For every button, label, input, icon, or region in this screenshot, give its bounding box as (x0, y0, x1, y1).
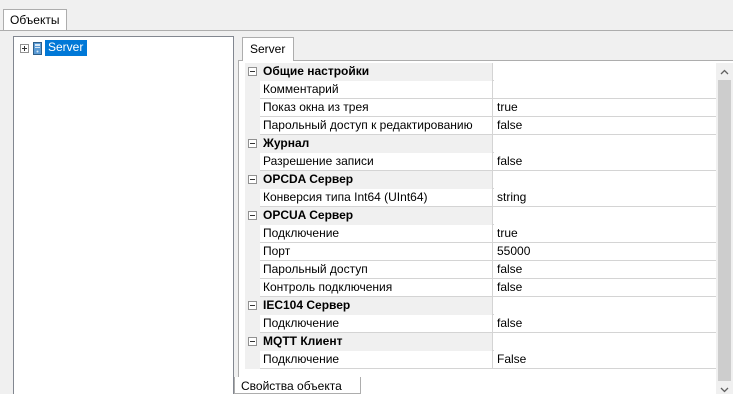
tree-item-server[interactable]: Server (20, 40, 88, 56)
property-name: Парольный доступ к редактированию (260, 117, 493, 135)
property-grid[interactable]: Общие настройки Комментарий Показ окна из … (245, 63, 716, 394)
property-name: Конверсия типа Int64 (UInt64) (260, 189, 493, 207)
property-name: Комментарий (260, 81, 493, 99)
property-value[interactable]: false (494, 315, 716, 333)
property-name: Порт (260, 243, 493, 261)
row-margin (245, 333, 260, 351)
row-margin (245, 225, 260, 243)
grid-property-row[interactable]: Контроль подключения false (245, 279, 716, 297)
tab-objects[interactable]: Объекты (3, 9, 67, 31)
tab-server[interactable]: Server (242, 37, 295, 61)
property-name: Парольный доступ (260, 261, 493, 279)
property-value[interactable]: 55000 (494, 243, 716, 261)
collapse-icon[interactable] (248, 337, 257, 346)
property-value (494, 63, 716, 81)
row-margin (245, 243, 260, 261)
property-value (494, 333, 716, 351)
row-margin (245, 297, 260, 315)
grid-category-row[interactable]: OPCDA Сервер (245, 171, 716, 189)
category-label: Журнал (260, 135, 493, 153)
category-label: IEC104 Сервер (260, 297, 493, 315)
property-name: Подключение (260, 225, 493, 243)
grid-category-row[interactable]: MQTT Клиент (245, 333, 716, 351)
row-margin (245, 135, 260, 153)
object-tree[interactable]: Server (13, 36, 234, 394)
grid-property-row[interactable]: Разрешение записи false (245, 153, 716, 171)
grid-property-row[interactable]: Показ окна из трея true (245, 99, 716, 117)
property-value[interactable]: string (494, 189, 716, 207)
collapse-icon[interactable] (248, 301, 257, 310)
grid-property-row[interactable]: Порт 55000 (245, 243, 716, 261)
row-margin (245, 81, 260, 99)
category-label: OPCDA Сервер (260, 171, 493, 189)
grid-property-row[interactable]: Конверсия типа Int64 (UInt64) string (245, 189, 716, 207)
grid-category-row[interactable]: OPCUA Сервер (245, 207, 716, 225)
property-name: Разрешение записи (260, 153, 493, 171)
expand-icon[interactable] (20, 43, 29, 53)
grid-property-row[interactable]: Подключение true (245, 225, 716, 243)
scroll-up-icon[interactable] (716, 63, 733, 80)
row-margin (245, 171, 260, 189)
collapse-icon[interactable] (248, 211, 257, 220)
objects-tabbar: Объекты (0, 0, 733, 31)
grid-property-row[interactable]: Подключение False (245, 351, 716, 369)
property-value[interactable]: false (494, 153, 716, 171)
property-value[interactable]: true (494, 99, 716, 117)
properties-area: Server Общие настройки Комментарий Показ о… (234, 31, 733, 394)
tree-item-label[interactable]: Server (45, 40, 88, 56)
row-margin (245, 153, 260, 171)
grid-property-row[interactable]: Комментарий (245, 81, 716, 99)
tab-object-properties[interactable]: Свойства объекта (234, 377, 361, 394)
property-name: Показ окна из трея (260, 99, 493, 117)
category-label: OPCUA Сервер (260, 207, 493, 225)
category-label: Общие настройки (260, 63, 493, 81)
row-margin (245, 117, 260, 135)
row-margin (245, 99, 260, 117)
property-value (494, 207, 716, 225)
server-icon (33, 41, 42, 55)
grid-property-row[interactable]: Подключение false (245, 315, 716, 333)
row-margin (245, 279, 260, 297)
property-name: Контроль подключения (260, 279, 493, 297)
property-value[interactable]: False (494, 351, 716, 369)
vertical-scrollbar[interactable] (716, 63, 733, 394)
property-name: Подключение (260, 315, 493, 333)
grid-category-row[interactable]: IEC104 Сервер (245, 297, 716, 315)
grid-property-row[interactable]: Парольный доступ false (245, 261, 716, 279)
property-value (494, 171, 716, 189)
property-value (494, 135, 716, 153)
property-value[interactable]: false (494, 117, 716, 135)
property-value (494, 297, 716, 315)
property-name: Подключение (260, 351, 493, 369)
row-margin (245, 63, 260, 81)
row-margin (245, 207, 260, 225)
grid-category-row[interactable]: Журнал (245, 135, 716, 153)
row-margin (245, 315, 260, 333)
property-value[interactable]: false (494, 261, 716, 279)
property-value[interactable] (494, 81, 716, 99)
scrollbar-thumb[interactable] (718, 80, 731, 381)
row-margin (245, 189, 260, 207)
row-margin (245, 351, 260, 369)
grid-property-row[interactable]: Парольный доступ к редактированию false (245, 117, 716, 135)
property-value[interactable]: false (494, 279, 716, 297)
grid-category-row[interactable]: Общие настройки (245, 63, 716, 81)
collapse-icon[interactable] (248, 175, 257, 184)
scroll-down-icon[interactable] (716, 381, 733, 394)
collapse-icon[interactable] (248, 139, 257, 148)
collapse-icon[interactable] (248, 67, 257, 76)
property-value[interactable]: true (494, 225, 716, 243)
row-margin (245, 261, 260, 279)
category-label: MQTT Клиент (260, 333, 493, 351)
